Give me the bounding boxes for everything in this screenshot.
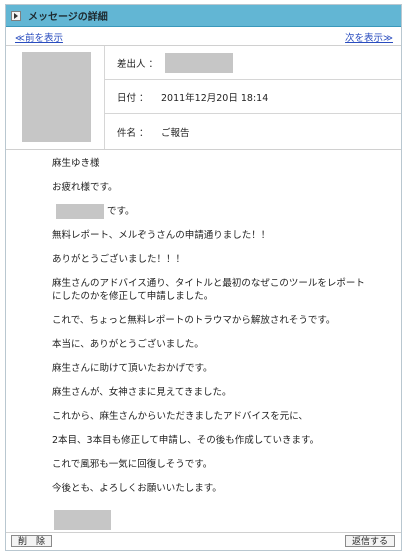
body-line: 麻生さんに助けて頂いたおかげです。 <box>52 363 213 374</box>
reply-button[interactable]: 返信する <box>344 535 395 547</box>
body-line: にしたのかを修正して申請しました。 <box>52 291 214 302</box>
body-line: 麻生さんが、女神さまに見えてきました。 <box>52 387 232 398</box>
sender-row: 差出人 ： <box>105 46 401 80</box>
body-line: 本当に、ありがとうございました。 <box>52 339 204 350</box>
greeting: 麻生ゆき様 <box>52 158 100 169</box>
message-navigation: ≪前を表示 次を表示≫ <box>6 28 401 46</box>
page-title: メッセージの詳細 <box>28 12 108 23</box>
body-line: 無料レポート、メルぞうさんの申請通りました！！ <box>52 230 271 241</box>
body-line: 2本目、3本目も修正して申請し、その後も作成していきます。 <box>52 435 320 446</box>
avatar <box>22 52 91 142</box>
body-line: これで風邪も一気に回復しそうです。 <box>52 459 213 470</box>
body-line: です。 <box>56 204 352 219</box>
next-message-link[interactable]: 次を表示≫ <box>345 30 393 44</box>
date-value: 2011年12月20日 18:14 <box>161 92 269 104</box>
body-line: お疲れ様です。 <box>52 182 118 193</box>
date-row: 日付 ： 2011年12月20日 18:14 <box>105 80 401 114</box>
body-line: これから、麻生さんからいただきましたアドバイスを元に、 <box>52 411 308 422</box>
signature-redacted <box>54 510 111 530</box>
body-line-suffix: です。 <box>107 206 135 217</box>
prev-message-link[interactable]: ≪前を表示 <box>15 30 63 44</box>
date-label: 日付 ： <box>117 92 149 104</box>
body-line: 麻生さんのアドバイス通り、タイトルと最初のなぜこのツールをレポート <box>52 278 365 289</box>
title-bar: メッセージの詳細 <box>6 5 401 27</box>
sender-name-redacted <box>165 52 233 73</box>
play-arrow-icon <box>11 10 21 21</box>
message-header: 差出人 ： 日付 ： 2011年12月20日 18:14 件名 ： ご報告 <box>6 46 401 150</box>
body-line: ありがとうございました！！！ <box>52 254 186 265</box>
sender-label: 差出人 ： <box>117 58 159 70</box>
message-detail-panel: メッセージの詳細 ≪前を表示 次を表示≫ 差出人 ： 日付 ： 2011年12月… <box>5 4 402 551</box>
delete-button[interactable]: 削 除 <box>11 535 53 547</box>
body-line: 今後とも、よろしくお願いいたします。 <box>52 483 222 494</box>
subject-label: 件名 ： <box>117 127 149 139</box>
subject-value: ご報告 <box>161 127 190 139</box>
message-body: 麻生ゆき様 お疲れ様です。 です。 無料レポート、メルぞうさんの申請通りました！… <box>52 157 365 495</box>
action-bar: 削 除 返信する <box>6 532 401 550</box>
subject-row: 件名 ： ご報告 <box>105 114 401 149</box>
body-line: これで、ちょっと無料レポートのトラウマから解放されそうです。 <box>52 315 336 326</box>
name-redacted <box>56 204 104 219</box>
